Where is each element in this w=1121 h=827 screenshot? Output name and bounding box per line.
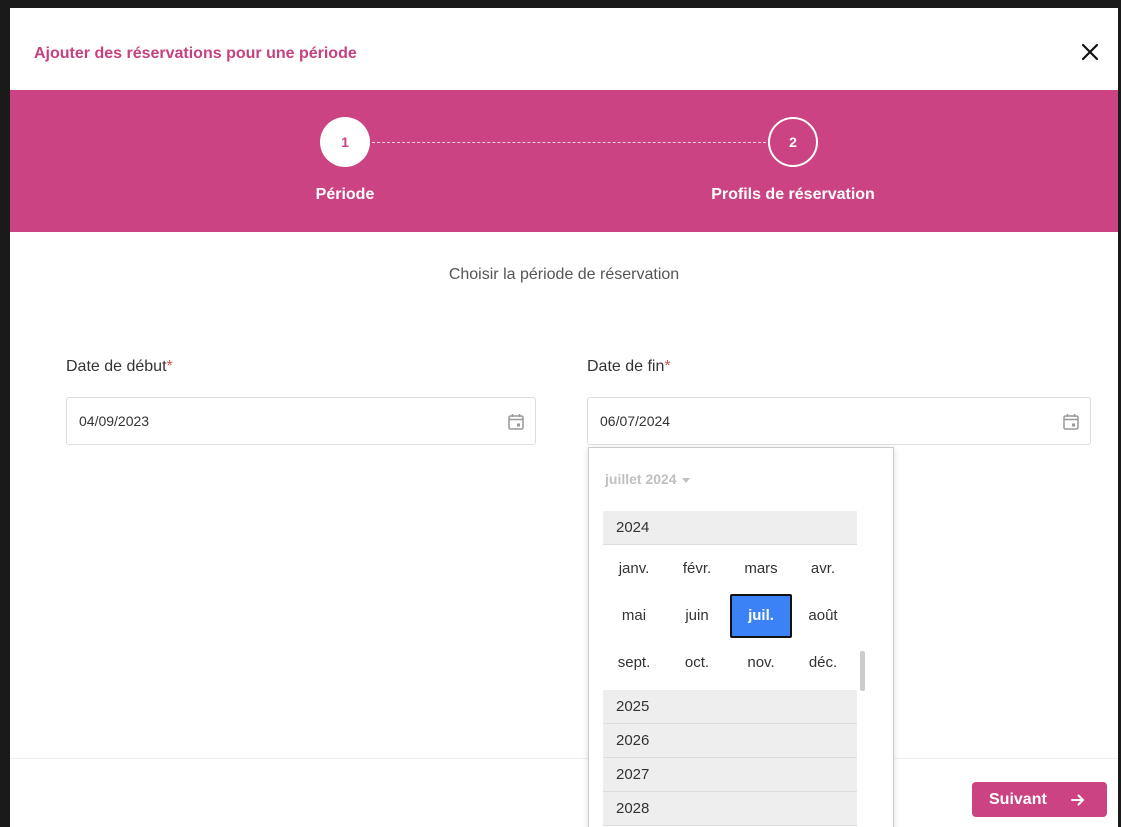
year-row[interactable]: 2027 (603, 758, 857, 792)
close-icon (1081, 43, 1099, 61)
month-apr[interactable]: avr. (792, 547, 854, 591)
end-date-input[interactable] (600, 398, 1000, 444)
footer-divider (10, 758, 1118, 759)
dialog-header: Ajouter des réservations pour une périod… (10, 8, 1118, 90)
start-date-label-text: Date de début (66, 358, 167, 375)
month-jul-selected[interactable]: juil. (730, 594, 792, 638)
month-mar[interactable]: mars (730, 547, 792, 591)
end-date-label: Date de fin* (587, 358, 671, 376)
required-marker: * (166, 358, 173, 375)
month-jun[interactable]: juin (666, 594, 728, 638)
calendar-icon[interactable] (1061, 412, 1081, 432)
year-row[interactable]: 2024 (603, 511, 857, 545)
picker-header-label: juillet 2024 (605, 471, 677, 487)
next-button-label: Suivant (989, 791, 1047, 808)
year-list: 2024 janv. févr. mars avr. mai juin juil… (603, 511, 857, 826)
end-date-field[interactable] (587, 397, 1091, 445)
month-sep[interactable]: sept. (603, 641, 665, 685)
picker-scrollbar[interactable] (860, 651, 865, 691)
year-row[interactable]: 2025 (603, 690, 857, 724)
month-may[interactable]: mai (603, 594, 665, 638)
start-date-label: Date de début* (66, 358, 173, 376)
required-marker: * (664, 358, 671, 375)
next-button[interactable]: Suivant (972, 782, 1107, 817)
end-date-label-text: Date de fin (587, 358, 665, 375)
month-aug[interactable]: août (792, 594, 854, 638)
picker-header[interactable]: juillet 2024 (605, 471, 690, 487)
month-nov[interactable]: nov. (730, 641, 792, 685)
year-row[interactable]: 2028 (603, 792, 857, 826)
month-jan[interactable]: janv. (603, 547, 665, 591)
step-1-indicator[interactable]: 1 (320, 117, 370, 167)
start-date-input[interactable] (79, 398, 479, 444)
form-subtitle: Choisir la période de réservation (448, 266, 680, 283)
step-1-label[interactable]: Période (316, 186, 375, 204)
start-date-field[interactable] (66, 397, 536, 445)
arrow-right-icon (1071, 794, 1084, 806)
close-button[interactable] (1078, 40, 1102, 64)
step-connector (372, 142, 766, 143)
dialog-title: Ajouter des réservations pour une périod… (34, 45, 357, 62)
calendar-icon[interactable] (506, 412, 526, 432)
stepper: 1 2 Période Profils de réservation (10, 90, 1118, 232)
month-grid: janv. févr. mars avr. mai juin juil. aoû… (603, 545, 857, 690)
month-oct[interactable]: oct. (666, 641, 728, 685)
caret-down-icon (681, 477, 690, 483)
month-feb[interactable]: févr. (666, 547, 728, 591)
step-2-label[interactable]: Profils de réservation (711, 186, 875, 204)
month-dec[interactable]: déc. (792, 641, 854, 685)
year-row[interactable]: 2026 (603, 724, 857, 758)
step-2-indicator[interactable]: 2 (768, 117, 818, 167)
reservation-dialog: Ajouter des réservations pour une périod… (10, 8, 1118, 827)
month-picker-popup: juillet 2024 2024 janv. févr. mars avr. … (588, 447, 894, 827)
